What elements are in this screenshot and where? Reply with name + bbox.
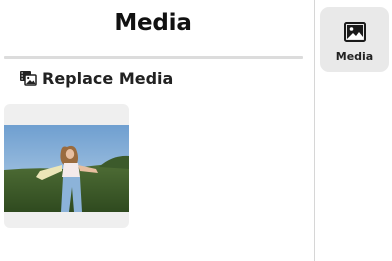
vertical-divider [314,0,315,261]
panel-divider [4,56,303,59]
rail-item-media-label: Media [335,50,374,63]
replace-media-label: Replace Media [42,68,174,88]
rail-item-media[interactable]: Media [320,7,389,72]
replace-media-button[interactable]: Replace Media [19,67,173,89]
image-icon [344,22,366,42]
media-thumbnail [4,125,129,212]
media-panel: Media Replace Media [0,0,314,261]
media-thumbnail-card[interactable] [4,104,129,228]
panel-title: Media [114,10,192,36]
replace-media-icon [19,69,37,87]
